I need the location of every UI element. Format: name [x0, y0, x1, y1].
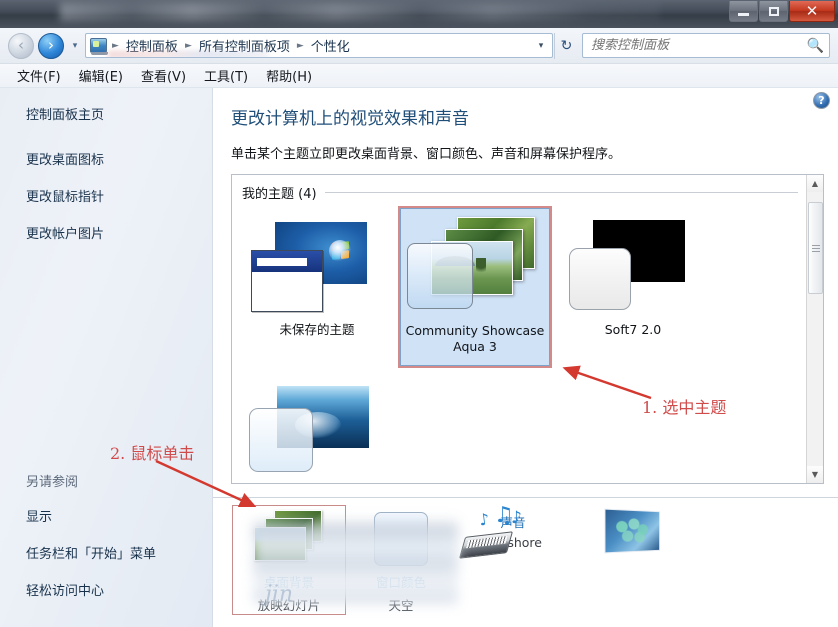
scroll-down-button[interactable]: ▼ — [807, 466, 823, 483]
setting-screen-saver[interactable] — [569, 506, 681, 576]
help-icon[interactable]: ? — [813, 92, 830, 109]
screensaver-preview-icon — [604, 508, 661, 554]
theme-item-unsaved[interactable]: 未保存的主题 — [242, 208, 392, 366]
breadcrumb-separator: ► — [296, 40, 304, 51]
sidebar-see-also-section: 另请参阅 显示 任务栏和「开始」菜单 轻松访问中心 — [26, 471, 156, 617]
scroll-grip-icon — [811, 244, 820, 252]
minimize-button[interactable] — [729, 1, 758, 22]
title-bar: ✕ — [0, 0, 838, 28]
minimize-icon — [738, 12, 749, 16]
back-button[interactable]: ‹ — [8, 32, 34, 59]
recent-pages-button[interactable]: ▾ — [67, 33, 83, 59]
music-note-icon: ♪ — [511, 508, 522, 528]
page-subtitle: 单击某个主题立即更改桌面背景、窗口颜色、声音和屏幕保护程序。 — [231, 147, 622, 162]
menu-tools[interactable]: 工具(T) — [195, 64, 257, 87]
theme-thumbnail-unsaved — [247, 214, 387, 318]
see-also-heading: 另请参阅 — [26, 475, 79, 490]
theme-group-header: 我的主题 (4) — [242, 183, 806, 202]
window-controls: ✕ — [729, 1, 835, 23]
theme-item-windows7-default[interactable]: Windows 7 默认版 — [242, 374, 392, 483]
menu-edit[interactable]: 编辑(E) — [70, 64, 132, 87]
control-panel-icon — [90, 38, 108, 55]
refresh-icon: ↻ — [560, 37, 573, 54]
sidebar-item-taskbar-start-menu[interactable]: 任务栏和「开始」菜单 — [26, 543, 156, 562]
sidebar: 控制面板主页 更改桌面图标 更改鼠标指针 更改帐户图片 另请参阅 显示 任务栏和… — [0, 88, 213, 627]
breadcrumb-blurred-region — [108, 51, 268, 57]
breadcrumb-item-personalization[interactable]: 个性化 — [307, 34, 354, 57]
back-arrow-icon: ‹ — [18, 36, 24, 54]
scroll-thumb[interactable] — [808, 202, 823, 294]
maximize-icon — [768, 6, 779, 16]
theme-row-2: Windows 7 默认版 — [242, 374, 806, 483]
setting-sounds[interactable]: ♪ ♫ ♪ 声音 Seashore — [457, 503, 569, 559]
menu-file[interactable]: 文件(F) — [8, 64, 70, 87]
windows-flag-icon — [332, 241, 349, 260]
theme-item-soft7[interactable]: Soft7 2.0 — [558, 208, 708, 366]
sidebar-item-change-mouse-pointers[interactable]: 更改鼠标指针 — [26, 186, 212, 205]
close-icon: ✕ — [805, 2, 819, 20]
forward-button[interactable]: › — [38, 32, 64, 59]
title-bar-blurred-text — [60, 3, 660, 21]
theme-label: Soft7 2.0 — [604, 322, 662, 337]
menu-help[interactable]: 帮助(H) — [257, 64, 321, 87]
menu-view[interactable]: 查看(V) — [132, 64, 195, 87]
window-preview-icon — [251, 250, 323, 312]
search-input[interactable] — [591, 38, 807, 53]
sidebar-item-display[interactable]: 显示 — [26, 506, 156, 525]
breadcrumb-separator: ► — [184, 40, 192, 51]
group-divider — [324, 192, 798, 193]
music-note-icon: ♪ — [477, 509, 491, 530]
window-glass-preview-icon — [249, 408, 313, 472]
address-bar: ‹ › ▾ ► 控制面板 ► 所有控制面板项 ► 个性化 ▾ ↻ 🔍 — [0, 28, 838, 64]
theme-thumbnail-aqua — [405, 215, 545, 319]
keyboard-icon — [458, 531, 514, 559]
sidebar-item-change-account-picture[interactable]: 更改帐户图片 — [26, 223, 212, 242]
theme-list-panel: 我的主题 (4) 未保存的主题 Community Showcase Aqua … — [231, 174, 824, 484]
dialog-titlebar-icon — [252, 251, 322, 272]
search-icon: 🔍 — [806, 37, 824, 54]
maximize-button[interactable] — [759, 1, 788, 22]
sidebar-item-control-panel-home[interactable]: 控制面板主页 — [26, 104, 212, 123]
theme-label: 未保存的主题 — [279, 322, 355, 337]
theme-scroll-area: 我的主题 (4) 未保存的主题 Community Showcase Aqua … — [232, 175, 806, 483]
menu-bar: 文件(F) 编辑(E) 查看(V) 工具(T) 帮助(H) — [0, 64, 838, 88]
personalization-window: ✕ ‹ › ▾ ► 控制面板 ► 所有控制面板项 ► 个性化 ▾ ↻ 🔍 文件(… — [0, 0, 838, 627]
annotation-mouse-click: 2. 鼠标单击 — [110, 444, 195, 463]
refresh-button[interactable]: ↻ — [554, 32, 578, 59]
theme-thumbnail-soft7 — [563, 214, 703, 318]
theme-list-scrollbar[interactable]: ▲ ▼ — [806, 175, 823, 483]
breadcrumb-bar[interactable]: ► 控制面板 ► 所有控制面板项 ► 个性化 ▾ — [85, 33, 553, 58]
chevron-down-icon: ▾ — [72, 40, 78, 51]
window-glass-preview-icon — [407, 243, 473, 309]
sidebar-item-ease-of-access-center[interactable]: 轻松访问中心 — [26, 580, 156, 599]
search-box[interactable]: 🔍 — [582, 33, 830, 58]
theme-group-label: 我的主题 (4) — [242, 187, 317, 202]
theme-item-community-showcase-aqua-3[interactable]: Community Showcase Aqua 3 — [398, 206, 552, 368]
page-title: 更改计算机上的视觉效果和声音 — [231, 109, 469, 129]
scroll-track[interactable] — [807, 192, 823, 466]
window-glass-preview-icon — [569, 248, 631, 310]
forward-arrow-icon: › — [48, 36, 54, 54]
sound-icon: ♪ ♫ ♪ — [458, 503, 531, 564]
watermark: jin — [265, 582, 294, 607]
close-button[interactable]: ✕ — [789, 1, 835, 22]
annotation-select-theme: 1. 选中主题 — [642, 398, 727, 417]
theme-thumbnail-windows7 — [247, 380, 387, 483]
body-area: 控制面板主页 更改桌面图标 更改鼠标指针 更改帐户图片 另请参阅 显示 任务栏和… — [0, 88, 838, 627]
scroll-up-button[interactable]: ▲ — [807, 175, 823, 192]
theme-row-1: 未保存的主题 Community Showcase Aqua 3 Soft7 2… — [242, 206, 806, 368]
theme-label: Community Showcase Aqua 3 — [405, 323, 545, 354]
screensaver-icon — [588, 508, 662, 570]
sidebar-item-change-desktop-icons[interactable]: 更改桌面图标 — [26, 149, 212, 168]
breadcrumb-separator: ► — [112, 40, 119, 51]
breadcrumb-dropdown-icon[interactable]: ▾ — [532, 41, 550, 51]
personalization-settings-strip: 桌面背景 放映幻灯片 窗口颜色 天空 ♪ ♫ ♪ 声音 Seashore — [213, 497, 838, 627]
